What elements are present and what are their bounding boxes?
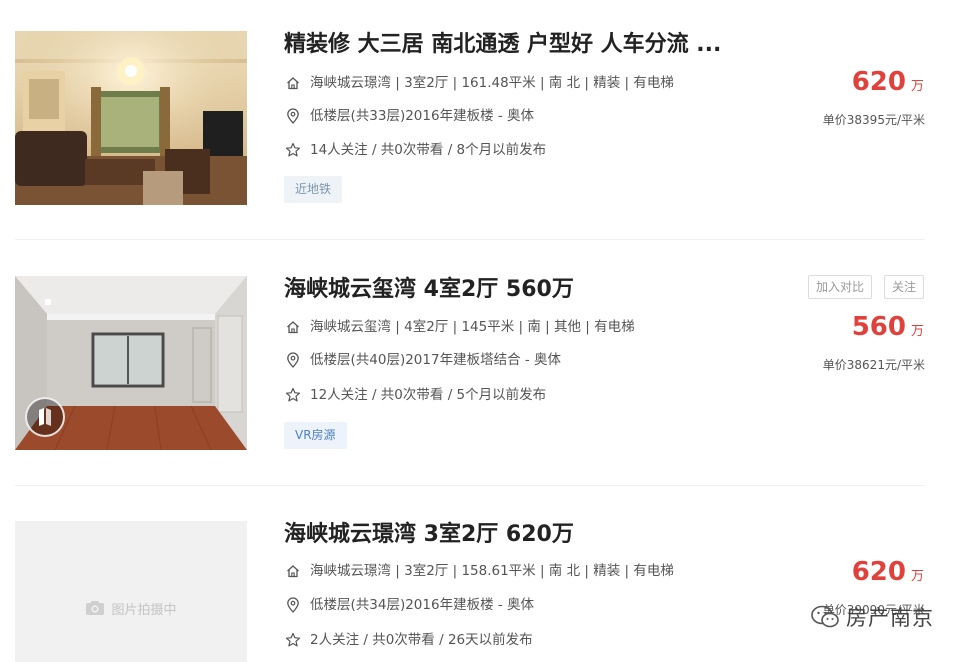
star-icon xyxy=(284,386,302,404)
listing-floor[interactable]: 低楼层(共33层)2016年建板楼 - 奥体 xyxy=(310,106,534,126)
listing-title[interactable]: 海峡城云璟湾 3室2厅 620万 xyxy=(284,521,574,549)
account-watermark: 房产南京 xyxy=(810,602,934,632)
listing-follow-stats: 2人关注 / 共0次带看 / 26天以前发布 xyxy=(310,632,533,648)
listing-follow-row: 14人关注 / 共0次带看 / 8个月以前发布 xyxy=(284,140,546,160)
listing-info-row: 海峡城云璟湾 | 3室2厅 | 161.48平米 | 南 北 | 精装 | 有电… xyxy=(284,73,674,93)
listing-photo-placeholder[interactable]: 图片拍摄中 xyxy=(15,521,247,662)
location-pin-icon xyxy=(284,351,302,369)
home-icon xyxy=(284,562,302,580)
listing-photo[interactable] xyxy=(15,276,247,450)
listing-info[interactable]: 海峡城云璟湾 | 3室2厅 | 158.61平米 | 南 北 | 精装 | 有电… xyxy=(310,561,674,581)
listing-follow-row: 12人关注 / 共0次带看 / 5个月以前发布 xyxy=(284,385,546,405)
listing-tag: 近地铁 xyxy=(284,176,343,203)
listing-floor-row: 低楼层(共34层)2016年建板楼 - 奥体 xyxy=(284,595,534,615)
price-unit: 万 xyxy=(910,324,924,339)
price-unit: 万 xyxy=(910,569,924,584)
listing-info[interactable]: 海峡城云璟湾 | 3室2厅 | 161.48平米 | 南 北 | 精装 | 有电… xyxy=(310,73,674,93)
star-icon xyxy=(284,631,302,649)
unit-price: 单价38621元/平米 xyxy=(822,358,925,372)
home-icon xyxy=(284,74,302,92)
listing-info[interactable]: 海峡城云玺湾 | 4室2厅 | 145平米 | 南 | 其他 | 有电梯 xyxy=(310,317,635,337)
listing-price: 620 万 xyxy=(852,67,924,97)
unit-price: 单价38395元/平米 xyxy=(822,113,925,127)
listing-title[interactable]: 海峡城云玺湾 4室2厅 560万 xyxy=(284,276,574,304)
listing-info-row: 海峡城云璟湾 | 3室2厅 | 158.61平米 | 南 北 | 精装 | 有电… xyxy=(284,561,674,581)
watermark-text: 房产南京 xyxy=(846,606,934,630)
add-compare-button[interactable]: 加入对比 xyxy=(807,275,872,299)
listing-title[interactable]: 精装修 大三居 南北通透 户型好 人车分流 ... xyxy=(284,31,721,59)
price-value: 620 xyxy=(851,557,906,587)
listing-follow-stats: 12人关注 / 共0次带看 / 5个月以前发布 xyxy=(310,387,547,403)
listing-price: 620 万 xyxy=(852,557,924,587)
listing-floor-row: 低楼层(共40层)2017年建板塔结合 - 奥体 xyxy=(284,350,561,370)
home-icon xyxy=(284,318,302,336)
star-icon xyxy=(284,141,302,159)
listing-divider xyxy=(15,239,925,240)
listing-follow-row: 2人关注 / 共0次带看 / 26天以前发布 xyxy=(284,630,533,650)
listing-tag-vr[interactable]: VR房源 xyxy=(284,422,347,449)
camera-icon xyxy=(85,600,105,616)
listing-floor[interactable]: 低楼层(共34层)2016年建板楼 - 奥体 xyxy=(310,595,534,615)
vr-badge-icon[interactable] xyxy=(25,397,65,437)
price-value: 620 xyxy=(851,67,906,97)
listing-divider xyxy=(15,485,925,486)
listing-floor-row: 低楼层(共33层)2016年建板楼 - 奥体 xyxy=(284,106,534,126)
listing-price: 560 万 xyxy=(852,312,924,342)
price-value: 560 xyxy=(851,312,906,342)
listing-info-row: 海峡城云玺湾 | 4室2厅 | 145平米 | 南 | 其他 | 有电梯 xyxy=(284,317,635,337)
listing-follow-stats: 14人关注 / 共0次带看 / 8个月以前发布 xyxy=(310,142,547,158)
location-pin-icon xyxy=(284,596,302,614)
wechat-logo-icon xyxy=(810,604,840,630)
location-pin-icon xyxy=(284,107,302,125)
listing-floor[interactable]: 低楼层(共40层)2017年建板塔结合 - 奥体 xyxy=(310,350,561,370)
price-unit: 万 xyxy=(910,79,924,94)
listing-photo[interactable] xyxy=(15,31,247,205)
follow-button[interactable]: 关注 xyxy=(883,275,924,299)
photo-placeholder-text: 图片拍摄中 xyxy=(111,602,177,618)
